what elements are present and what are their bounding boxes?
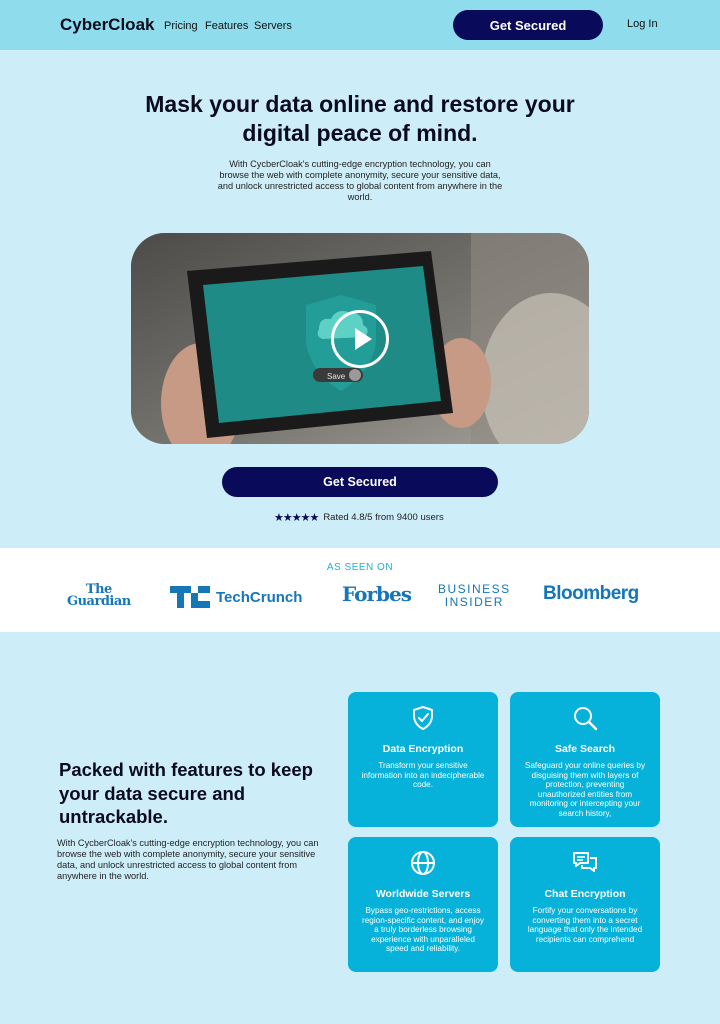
- feature-card-title: Chat Encryption: [544, 888, 626, 900]
- techcrunch-logo: TechCrunch: [170, 586, 302, 608]
- hero-video[interactable]: Save: [131, 233, 589, 444]
- features-description: With CycberCloak's cutting-edge encrypti…: [57, 838, 319, 881]
- save-button: Save: [327, 372, 346, 381]
- nav-link-features[interactable]: Features: [205, 20, 248, 32]
- star-rating-icons: ★★★★★: [274, 511, 319, 524]
- feature-card-text: Transform your sensitive information int…: [361, 761, 485, 790]
- feature-card-title: Data Encryption: [382, 743, 464, 755]
- get-secured-nav-button[interactable]: Get Secured: [453, 10, 603, 40]
- feature-card-text: Fortify your conversations by converting…: [527, 906, 643, 944]
- get-secured-hero-button[interactable]: Get Secured: [222, 467, 498, 497]
- login-link[interactable]: Log In: [627, 18, 658, 30]
- business-insider-logo: BUSINESS INSIDER: [438, 582, 511, 609]
- chat-icon: [573, 852, 597, 872]
- logo[interactable]: CyberCloak: [60, 15, 154, 35]
- feature-card-worldwide-servers[interactable]: Worldwide Servers Bypass geo-restriction…: [348, 837, 498, 972]
- hero-title: Mask your data online and restore your d…: [145, 91, 575, 146]
- feature-card-data-encryption[interactable]: Data Encryption Transform your sensitive…: [348, 692, 498, 827]
- press-label: AS SEEN ON: [326, 562, 394, 573]
- feature-card-chat-encryption[interactable]: Chat Encryption Fortify your conversatio…: [510, 837, 660, 972]
- rating-text: Rated 4.8/5 from 9400 users: [323, 511, 444, 523]
- nav-link-servers[interactable]: Servers: [254, 20, 292, 32]
- feature-card-text: Safeguard your online queries by disguis…: [524, 761, 646, 818]
- feature-card-title: Worldwide Servers: [375, 888, 471, 900]
- nav-link-pricing[interactable]: Pricing: [164, 20, 198, 32]
- forbes-logo: Forbes: [342, 582, 412, 606]
- the-guardian-logo: The Guardian: [67, 582, 131, 609]
- rating: ★★★★★ Rated 4.8/5 from 9400 users: [274, 511, 444, 524]
- globe-icon: [411, 851, 435, 875]
- feature-card-text: Bypass geo-restrictions, access region-s…: [362, 906, 484, 954]
- shield-check-icon: [413, 706, 433, 730]
- search-icon: [574, 707, 598, 731]
- features-title: Packed with features to keep your data s…: [59, 759, 313, 827]
- hero-subtitle: With CycberCloak's cutting-edge encrypti…: [217, 159, 503, 202]
- feature-card-title: Safe Search: [554, 743, 616, 755]
- techcrunch-mark-icon: [170, 586, 210, 608]
- play-icon[interactable]: [331, 310, 389, 368]
- press-section: AS SEEN ON The Guardian TechCrunch Forbe…: [0, 548, 720, 632]
- navbar: CyberCloak Pricing Features Servers Get …: [0, 0, 720, 50]
- bloomberg-logo: Bloomberg: [543, 583, 639, 604]
- feature-card-safe-search[interactable]: Safe Search Safeguard your online querie…: [510, 692, 660, 827]
